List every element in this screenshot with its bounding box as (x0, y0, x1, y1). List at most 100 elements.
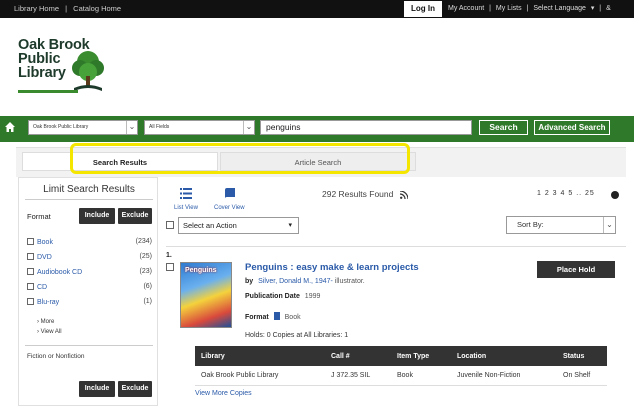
caret-down-icon: ▾ (288, 222, 292, 229)
pagination[interactable]: 1 2 3 4 5 .. 25 (537, 190, 595, 197)
search-bar: Oak Brook Public Library ⌄ All Fields ⌄ … (0, 116, 634, 142)
checkbox[interactable] (27, 238, 34, 245)
record-author: by Silver, Donald M., 1947- illustrator. (245, 278, 365, 285)
select-all-checkbox[interactable] (166, 221, 174, 229)
fiction-facet-label: Fiction or Nonfiction (27, 353, 85, 360)
author-role: illustrator. (334, 278, 365, 285)
checkbox[interactable] (27, 298, 34, 305)
holdings-table: Library Call # Item Type Location Status… (195, 346, 607, 386)
facet-item-dvd[interactable]: DVD (25) (27, 253, 152, 261)
divider (25, 345, 153, 346)
record-number: 1. (166, 252, 172, 259)
my-account-link[interactable]: My Account (448, 5, 484, 12)
table-cell: Book (391, 366, 451, 386)
facet-label: CD (37, 284, 48, 291)
top-separator: | (489, 5, 491, 12)
divider (166, 246, 626, 247)
facet-label: Audiobook CD (37, 269, 83, 276)
action-select[interactable]: Select an Action ▾ (178, 217, 299, 234)
top-separator: | (65, 4, 68, 13)
checkbox[interactable] (27, 283, 34, 290)
top-links: Library Home | Catalog Home (14, 4, 125, 13)
library-select-value: Oak Brook Public Library (33, 124, 89, 130)
sort-select-value: Sort By: (517, 220, 544, 229)
facet-label: Blu-ray (37, 299, 60, 306)
column-header: Status (557, 346, 607, 366)
table-header-row: Library Call # Item Type Location Status (195, 346, 607, 366)
record-title-link[interactable]: Penguins : easy make & learn projects (245, 262, 419, 273)
list-view-icon[interactable] (180, 188, 192, 199)
rss-icon[interactable] (400, 191, 408, 199)
facet-item-blu-ray[interactable]: Blu-ray (1) (27, 298, 152, 306)
cover-title: Penguins (185, 267, 217, 274)
column-header: Location (451, 346, 557, 366)
help-icon[interactable] (611, 191, 619, 199)
format-exclude-button[interactable]: Exclude (118, 208, 152, 224)
facet-item-audiobook-cd[interactable]: Audiobook CD (23) (27, 268, 152, 276)
divider (25, 199, 153, 200)
fiction-exclude-button[interactable]: Exclude (118, 381, 152, 397)
account-links: My Account | My Lists | Select Language … (448, 4, 614, 12)
facet-view-all-link[interactable]: › View All (37, 329, 62, 335)
facet-panel: Limit Search Results Format Include Excl… (18, 177, 158, 406)
chevron-down-icon: ⌄ (243, 121, 254, 134)
author-link[interactable]: Silver, Donald M., 1947- (258, 278, 333, 285)
by-label: by (245, 278, 254, 285)
facet-item-book[interactable]: Book (234) (27, 238, 152, 246)
column-header: Call # (325, 346, 391, 366)
fiction-include-button[interactable]: Include (79, 381, 115, 397)
facet-count: (234) (135, 238, 152, 245)
top-separator: | (526, 5, 529, 12)
cover-view-icon[interactable] (225, 188, 235, 199)
field-select-value: All Fields (149, 124, 170, 130)
book-icon (273, 312, 280, 320)
book-cover-image[interactable]: Penguins (180, 262, 232, 328)
column-header: Library (195, 346, 325, 366)
library-home-link[interactable]: Library Home (14, 4, 59, 13)
publication-date-value: 1999 (304, 293, 321, 300)
facet-panel-title: Limit Search Results (43, 184, 135, 195)
table-cell: On Shelf (557, 366, 607, 386)
highlight-annotation (70, 143, 410, 174)
my-lists-link[interactable]: My Lists (496, 5, 522, 12)
table-cell: J 372.35 SIL (325, 366, 391, 386)
select-language-link[interactable]: Select Language (533, 5, 586, 12)
field-select[interactable]: All Fields ⌄ (144, 120, 255, 135)
facet-count: (6) (143, 283, 152, 290)
record-publication-date: Publication Date 1999 (245, 293, 320, 300)
library-select[interactable]: Oak Brook Public Library ⌄ (28, 120, 138, 135)
facet-count: (1) (143, 298, 152, 305)
checkbox[interactable] (27, 253, 34, 260)
sort-select[interactable]: Sort By: ⌄ (506, 216, 616, 234)
cover-view-link[interactable]: Cover View (214, 205, 245, 211)
facet-more-link[interactable]: › More (37, 319, 54, 325)
place-hold-button[interactable]: Place Hold (537, 261, 615, 278)
results-count: 292 Results Found (322, 189, 394, 199)
advanced-search-button[interactable]: Advanced Search (534, 120, 610, 135)
table-cell: Oak Brook Public Library (195, 366, 325, 386)
home-icon[interactable] (4, 121, 16, 133)
logo-underline (18, 90, 78, 93)
format-facet-label: Format (27, 212, 51, 221)
catalog-home-link[interactable]: Catalog Home (73, 4, 121, 13)
extra-symbol: & (606, 5, 611, 12)
view-more-copies-link[interactable]: View More Copies (195, 390, 252, 397)
search-button[interactable]: Search (479, 120, 528, 135)
table-row: Oak Brook Public Library J 372.35 SIL Bo… (195, 366, 607, 386)
search-input[interactable]: penguins (260, 120, 472, 135)
facet-count: (25) (139, 253, 152, 260)
login-button[interactable]: Log In (404, 1, 442, 17)
checkbox[interactable] (27, 268, 34, 275)
tree-logo-icon (72, 51, 104, 91)
facet-label: Book (37, 239, 53, 246)
list-view-link[interactable]: List View (174, 205, 198, 211)
record-checkbox[interactable] (166, 263, 174, 271)
table-cell: Juvenile Non-Fiction (451, 366, 557, 386)
record-format: Format Book (245, 312, 301, 321)
format-include-button[interactable]: Include (79, 208, 115, 224)
facet-count: (23) (139, 268, 152, 275)
chevron-down-icon: ⌄ (603, 217, 615, 233)
format-value: Book (284, 314, 301, 321)
facet-item-cd[interactable]: CD (6) (27, 283, 152, 291)
language-caret-icon[interactable]: ▾ (591, 5, 595, 12)
